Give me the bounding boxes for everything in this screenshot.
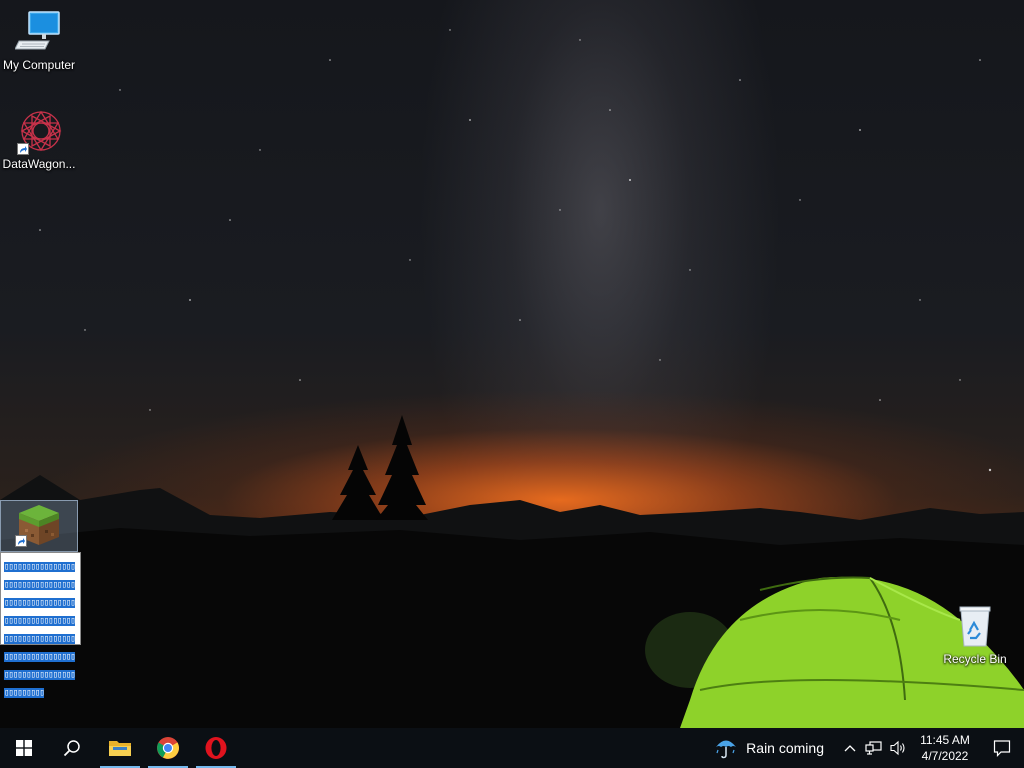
computer-icon [14,8,63,56]
taskbar-chrome[interactable] [144,728,192,768]
opera-icon [205,737,227,759]
weather-text: Rain coming [746,740,824,756]
desktop-icon-label: DataWagon... [2,157,76,171]
stars [39,29,992,472]
speaker-icon [890,740,905,756]
network-button[interactable] [862,728,886,768]
taskbar-file-explorer[interactable] [96,728,144,768]
show-hidden-icons-button[interactable] [838,728,862,768]
system-tray: Rain coming 11:45 AM 4/7/2022 [704,728,1024,768]
desktop-wallpaper [0,0,1024,728]
desktop-icon-label: Recycle Bin [943,652,1007,666]
desktop-icon-label: My Computer [2,58,76,72]
search-icon [63,740,80,757]
datawagon-icon [15,107,63,155]
chevron-up-icon [844,745,856,752]
recycle-bin-icon [951,602,999,650]
taskbar-opera[interactable] [192,728,240,768]
folder-icon [109,741,131,756]
search-button[interactable] [48,728,96,768]
wallpaper-landscape [0,29,1024,728]
shortcut-arrow-icon [17,143,29,155]
desktop-icon-selected[interactable] [0,500,78,552]
start-button[interactable] [0,728,48,768]
desktop-icon-datawagon[interactable]: DataWagon... [0,107,78,171]
clock-time: 11:45 AM [920,733,970,747]
rename-textbox[interactable]: ▯▯▯▯▯▯▯▯▯▯▯▯▯▯▯▯▯▯▯▯▯▯▯▯▯▯▯▯▯▯▯▯▯▯▯▯▯▯▯▯… [0,552,81,698]
rename-text-selection: ▯▯▯▯▯▯▯▯▯▯▯▯▯▯▯▯▯▯▯▯▯▯▯▯▯▯▯▯▯▯▯▯▯▯▯▯▯▯▯▯… [4,562,76,698]
network-icon [865,741,882,755]
desktop-icon-my-computer[interactable]: My Computer [0,8,78,72]
clock-date: 4/7/2022 [921,749,969,763]
windows-logo-icon [16,740,32,756]
shortcut-arrow-icon [15,535,27,547]
taskbar: Rain coming 11:45 AM 4/7/2022 [0,728,1024,768]
umbrella-icon [716,740,737,759]
pine-trees [332,415,428,520]
desktop-icon-recycle-bin[interactable]: Recycle Bin [936,602,1014,666]
notification-icon [993,740,1011,757]
action-center-button[interactable] [980,728,1024,768]
weather-widget[interactable]: Rain coming [704,736,838,760]
volume-button[interactable] [886,728,910,768]
chrome-icon [157,737,179,759]
minecraft-grass-block-icon [15,503,61,547]
clock[interactable]: 11:45 AM 4/7/2022 [914,732,976,764]
